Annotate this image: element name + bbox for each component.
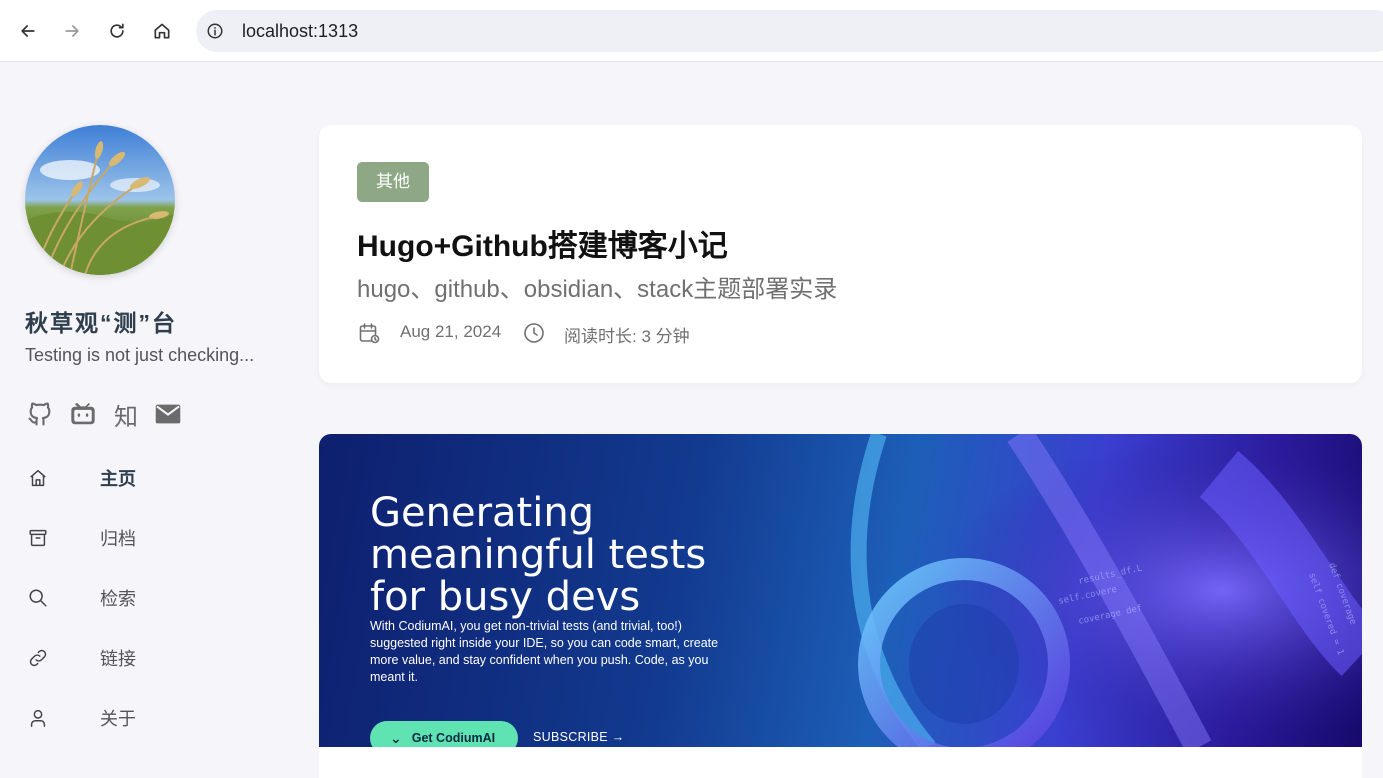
menu-label: 关于 bbox=[100, 709, 136, 729]
article-date: Aug 21, 2024 bbox=[400, 322, 502, 341]
mail-icon bbox=[155, 404, 181, 424]
browser-toolbar: localhost:1313 bbox=[0, 0, 1383, 62]
category-tag[interactable]: 其他 bbox=[357, 162, 429, 202]
menu-item-archive[interactable]: 归档 bbox=[25, 518, 285, 558]
reload-button[interactable] bbox=[100, 14, 134, 48]
menu-label: 链接 bbox=[100, 649, 136, 669]
arrow-right-icon bbox=[65, 25, 79, 37]
home-button[interactable] bbox=[145, 14, 179, 48]
site-name[interactable]: 秋草观“测”台 bbox=[25, 304, 177, 338]
bilibili-link[interactable] bbox=[67, 398, 99, 430]
menu-label: 主页 bbox=[100, 469, 136, 489]
site-info-icon[interactable] bbox=[206, 22, 224, 40]
menu-item-about[interactable]: 关于 bbox=[25, 698, 285, 738]
zhihu-icon: 知 bbox=[114, 403, 138, 431]
menu-item-links[interactable]: 链接 bbox=[25, 638, 285, 678]
search-icon bbox=[25, 585, 51, 611]
address-bar[interactable]: localhost:1313 bbox=[196, 10, 1383, 52]
bilibili-icon bbox=[71, 402, 95, 425]
zhihu-link[interactable]: 知 bbox=[110, 398, 142, 431]
menu-item-search[interactable]: 检索 bbox=[25, 578, 285, 618]
banner-body: With CodiumAI, you get non-trivial tests… bbox=[370, 619, 719, 684]
github-icon bbox=[28, 402, 51, 426]
article-subtitle: hugo、github、obsidian、stack主题部署实录 bbox=[357, 276, 838, 303]
forward-button[interactable] bbox=[55, 14, 89, 48]
menu-label: 检索 bbox=[100, 589, 136, 609]
home-icon bbox=[25, 465, 51, 491]
get-codiumai-button[interactable]: ⌄ Get CodiumAI bbox=[370, 721, 518, 747]
subscribe-link[interactable]: SUBSCRIBE → bbox=[533, 730, 625, 744]
chevron-down-icon: ⌄ bbox=[390, 729, 402, 746]
cta-label: Get CodiumAI bbox=[411, 731, 496, 745]
avatar-image bbox=[25, 125, 175, 275]
article-title[interactable]: Hugo+Github搭建博客小记 bbox=[357, 221, 728, 265]
site-description: Testing is not just checking... bbox=[25, 345, 255, 365]
banner-headline-line: Generating bbox=[370, 490, 595, 536]
avatar[interactable] bbox=[25, 125, 175, 275]
banner-headline-line: for busy devs bbox=[370, 574, 641, 620]
home-icon bbox=[154, 23, 170, 39]
menu-item-home[interactable]: 主页 bbox=[25, 458, 285, 498]
banner-headline: Generating meaningful tests for busy dev… bbox=[370, 492, 706, 618]
github-link[interactable] bbox=[24, 398, 56, 430]
banner-headline-line: meaningful tests bbox=[370, 532, 707, 578]
archive-icon bbox=[25, 525, 51, 551]
user-icon bbox=[25, 705, 51, 731]
calendar-icon bbox=[359, 323, 380, 344]
clock-icon bbox=[524, 323, 544, 343]
back-button[interactable] bbox=[11, 14, 45, 48]
email-link[interactable] bbox=[152, 398, 184, 430]
arrow-left-icon bbox=[21, 25, 35, 37]
article-card[interactable]: 其他 Hugo+Github搭建博客小记 hugo、github、obsidia… bbox=[319, 125, 1362, 383]
reading-time: 阅读时长: 3 分钟 bbox=[564, 327, 690, 346]
url-text[interactable]: localhost:1313 bbox=[242, 21, 358, 42]
featured-post-card[interactable]: results_df.L self.covere coverage def se… bbox=[319, 434, 1362, 778]
reload-icon bbox=[110, 23, 124, 38]
link-icon bbox=[25, 645, 51, 671]
featured-image[interactable]: results_df.L self.covere coverage def se… bbox=[319, 434, 1362, 747]
menu-label: 归档 bbox=[100, 529, 136, 549]
